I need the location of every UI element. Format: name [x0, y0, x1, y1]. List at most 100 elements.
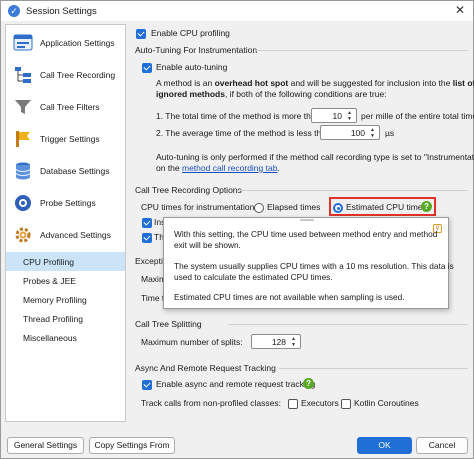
app-settings-icon: [13, 34, 33, 51]
sidebar-item-application-settings[interactable]: Application Settings: [6, 27, 125, 59]
estimated-cpu-times-tooltip: ⚲ With this setting, the CPU time used b…: [163, 217, 454, 309]
kotlin-coroutines-checkbox[interactable]: [341, 399, 351, 409]
sidebar-subitem-probes-jee[interactable]: Probes & JEE: [6, 271, 125, 290]
async-section-title: Async And Remote Request Tracking: [135, 363, 276, 373]
sidebar-subitem-label: Probes & JEE: [23, 276, 76, 286]
description-text: and will be suggested for inclusion into…: [288, 78, 453, 88]
list-of-text: list of: [452, 78, 474, 88]
auto-tuning-note-line2: on the method call recording tab.: [156, 163, 280, 174]
stepper-arrows-icon[interactable]: ▲ ▼: [345, 110, 354, 122]
stepper-value: 10: [332, 111, 342, 121]
sidebar-item-call-tree-recording[interactable]: Call Tree Recording: [6, 59, 125, 91]
exceptional-row-label: Time t: [141, 293, 165, 303]
sidebar-subitem-cpu-profiling[interactable]: CPU Profiling: [6, 252, 125, 271]
title-bar: ✓ Session Settings ✕: [1, 1, 473, 21]
tooltip-text: used to calculate the estimated CPU time…: [174, 272, 333, 282]
hidden-option-checkbox[interactable]: [142, 218, 152, 228]
section-divider: [237, 190, 468, 191]
sidebar-subitem-thread-profiling[interactable]: Thread Profiling: [6, 309, 125, 328]
sidebar-item-label: Trigger Settings: [40, 134, 100, 144]
average-time-condition-suffix: µs: [385, 128, 395, 138]
sidebar-item-advanced-settings[interactable]: Advanced Settings: [6, 219, 125, 251]
call-tree-icon: [15, 67, 31, 83]
call-tree-splitting-section-title: Call Tree Splitting: [135, 319, 202, 329]
help-icon[interactable]: ?: [303, 378, 314, 389]
help-icon[interactable]: ?: [421, 201, 432, 212]
tooltip-text: Estimated CPU times are not available wh…: [174, 292, 405, 302]
enable-async-tracking-label: Enable async and remote request tracking: [156, 379, 316, 389]
overhead-hot-spot-text: overhead hot spot: [214, 78, 289, 88]
session-settings-window: ✓ Session Settings ✕ Application Setting…: [0, 0, 474, 459]
sidebar-item-label: Probe Settings: [40, 198, 96, 208]
stepper-value: 128: [271, 337, 286, 347]
estimated-cpu-times-label: Estimated CPU times: [346, 202, 427, 212]
sidebar-item-label: Application Settings: [40, 38, 115, 48]
max-splits-label: Maximum number of splits:: [141, 337, 243, 347]
stepper-arrows-icon[interactable]: ▲ ▼: [368, 127, 377, 139]
sidebar-subitem-label: Thread Profiling: [23, 314, 84, 324]
method-call-recording-tab-link[interactable]: method call recording tab: [182, 163, 277, 173]
tooltip-text: The system usually supplies CPU times wi…: [174, 261, 454, 271]
total-time-condition-label: 1. The total time of the method is more …: [156, 111, 321, 121]
cancel-button[interactable]: Cancel: [416, 437, 468, 454]
sidebar-item-call-tree-filters[interactable]: Call Tree Filters: [6, 91, 125, 123]
close-window-button[interactable]: ✕: [453, 3, 467, 17]
elapsed-times-radio[interactable]: [254, 203, 264, 213]
sidebar-item-probe-settings[interactable]: Probe Settings: [6, 187, 125, 219]
note-text: on the: [156, 163, 182, 173]
section-divider: [228, 324, 468, 325]
tooltip-text: exit will be shown.: [174, 240, 241, 250]
average-time-condition-label: 2. The average time of the method is les…: [156, 128, 331, 138]
ok-button[interactable]: OK: [357, 437, 412, 454]
auto-tuning-section-title: Auto-Tuning For Instrumentation: [135, 45, 258, 55]
auto-tuning-note-line1: Auto-tuning is only performed if the met…: [156, 152, 474, 162]
call-tree-recording-section-title: Call Tree Recording Options: [135, 185, 242, 195]
settings-sidebar: Application Settings Call Tree Recording…: [5, 24, 126, 422]
max-splits-stepper[interactable]: 128 ▲ ▼: [251, 334, 301, 349]
database-icon: [15, 162, 31, 180]
total-time-threshold-stepper[interactable]: 10 ▲ ▼: [311, 108, 357, 123]
kotlin-coroutines-label: Kotlin Coroutines: [354, 398, 419, 408]
sidebar-subitem-label: Memory Profiling: [23, 295, 87, 305]
stepper-value: 100: [350, 128, 365, 138]
cpu-times-label: CPU times for instrumentation:: [141, 202, 257, 212]
funnel-icon: [15, 100, 31, 114]
copy-settings-from-button[interactable]: Copy Settings From: [89, 437, 175, 454]
average-time-threshold-stepper[interactable]: 100 ▲ ▼: [320, 125, 380, 140]
sidebar-subitem-miscellaneous[interactable]: Miscellaneous: [6, 328, 125, 347]
sidebar-subitem-memory-profiling[interactable]: Memory Profiling: [6, 290, 125, 309]
sidebar-item-database-settings[interactable]: Database Settings: [6, 155, 125, 187]
sidebar-item-label: Database Settings: [40, 166, 110, 176]
enable-auto-tuning-checkbox[interactable]: [142, 63, 152, 73]
total-time-condition-suffix: per mille of the entire total time: [361, 111, 474, 121]
enable-auto-tuning-label: Enable auto-tuning: [156, 62, 228, 72]
executors-checkbox[interactable]: [288, 399, 298, 409]
stepper-arrows-icon[interactable]: ▲ ▼: [289, 336, 298, 348]
sidebar-item-trigger-settings[interactable]: Trigger Settings: [6, 123, 125, 155]
enable-async-tracking-checkbox[interactable]: [142, 380, 152, 390]
gear-icon: [15, 227, 31, 243]
auto-tuning-description-line2: ignored methods, if both of the followin…: [156, 89, 387, 100]
sidebar-item-label: Call Tree Recording: [40, 70, 116, 80]
elapsed-times-label: Elapsed times: [267, 202, 321, 212]
tooltip-text: With this setting, the CPU time used bet…: [174, 229, 438, 239]
window-title: Session Settings: [26, 6, 97, 17]
probe-icon: [15, 195, 31, 211]
auto-tuning-description-line1: A method is an overhead hot spot and wil…: [156, 78, 474, 89]
tooltip-grip: [300, 219, 314, 221]
app-logo-icon: ✓: [8, 5, 20, 17]
executors-label: Executors: [301, 398, 339, 408]
section-divider: [256, 50, 468, 51]
sidebar-subitem-label: CPU Profiling: [23, 257, 75, 267]
estimated-cpu-times-radio[interactable]: [333, 203, 343, 213]
trigger-icon: [16, 131, 30, 147]
description-text: A method is an: [156, 78, 215, 88]
section-divider: [279, 368, 468, 369]
sidebar-item-label: Advanced Settings: [40, 230, 111, 240]
general-settings-button[interactable]: General Settings: [7, 437, 84, 454]
track-calls-label: Track calls from non-profiled classes:: [141, 398, 281, 408]
hidden-option-checkbox[interactable]: [142, 233, 152, 243]
description-text: , if both of the following conditions ar…: [224, 89, 387, 99]
enable-cpu-profiling-checkbox[interactable]: [136, 29, 146, 39]
ignored-methods-text: ignored methods: [156, 89, 225, 99]
